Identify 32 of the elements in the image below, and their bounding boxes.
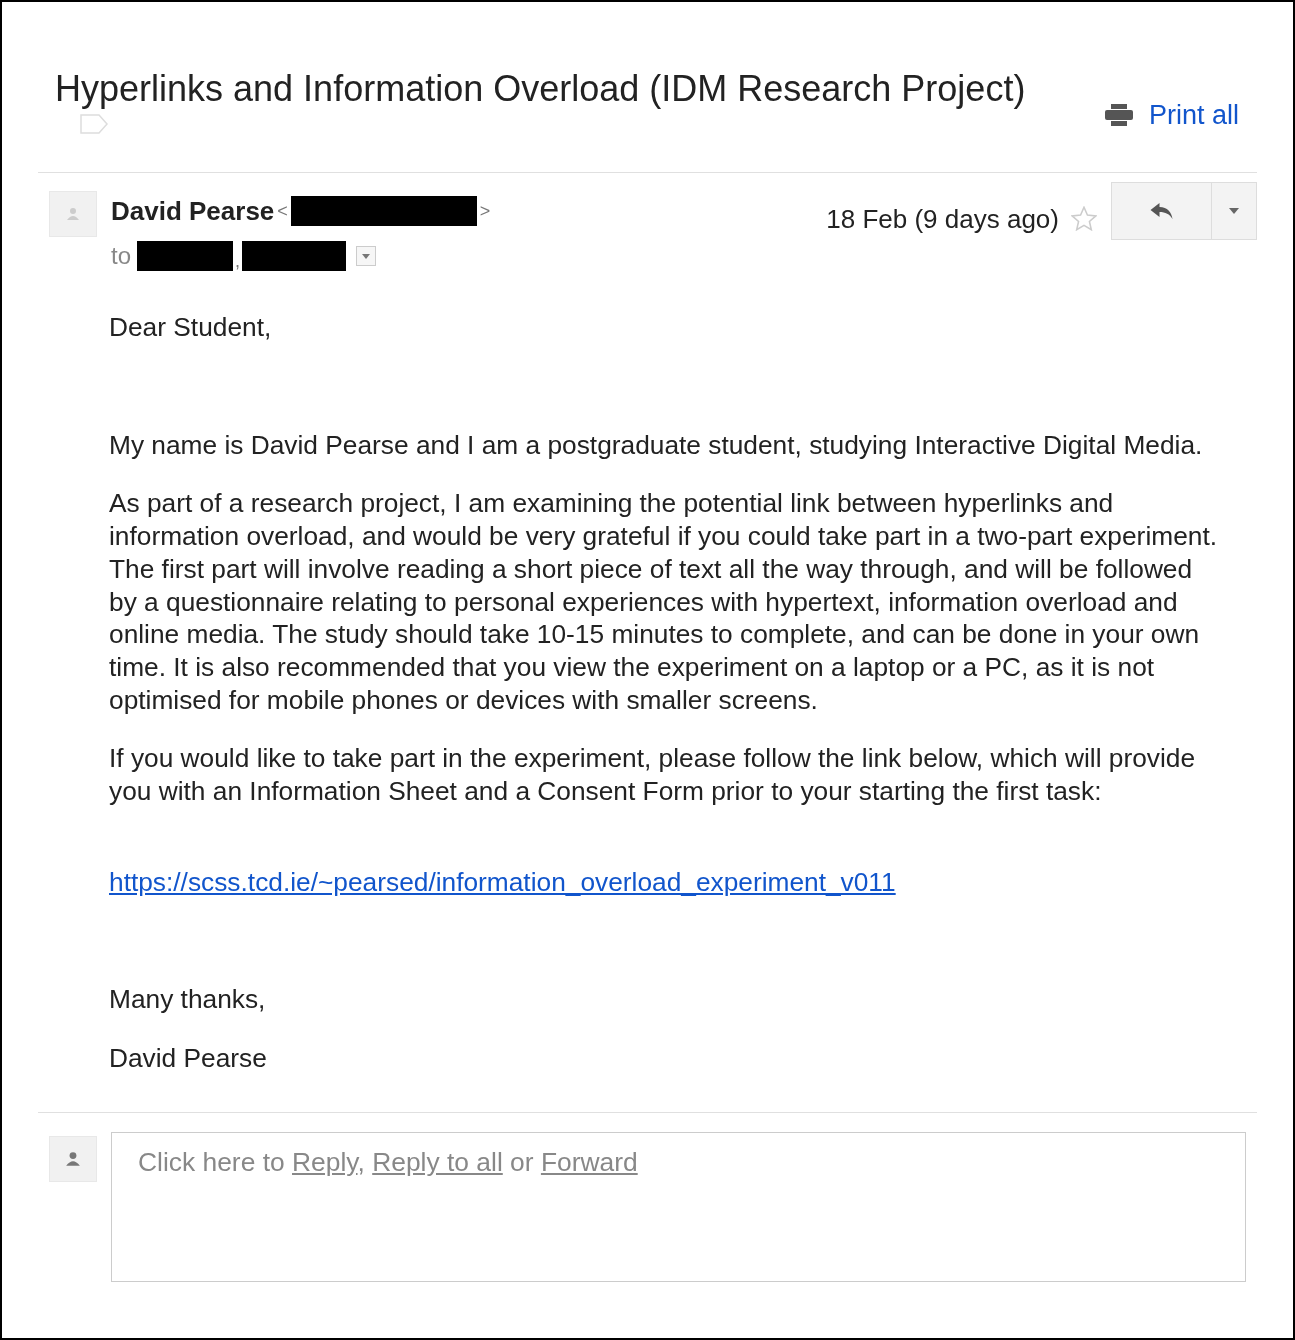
body-paragraph: David Pearse bbox=[109, 1042, 268, 1075]
body-paragraph: Dear Student, bbox=[109, 311, 273, 344]
email-subject: Hyperlinks and Information Overload (IDM Research Project) bbox=[55, 68, 1026, 110]
experiment-link[interactable]: https://scss.tcd.ie/~pearsed/information_overload_experiment_v011 bbox=[109, 866, 896, 897]
more-options-button[interactable] bbox=[1212, 182, 1257, 240]
details-dropdown-button[interactable] bbox=[356, 246, 377, 266]
bracket-text: > bbox=[479, 200, 491, 222]
reply-box[interactable]: Click here to Reply, Reply to all or Forward bbox=[111, 1131, 1246, 1282]
caret-icon bbox=[1229, 208, 1239, 214]
comma-text: , bbox=[235, 251, 241, 272]
reply-option-link[interactable]: Reply to all bbox=[372, 1146, 503, 1177]
body-paragraph: My name is David Pearse and I am a postgraduate student, studying Interactive Digital Media. bbox=[109, 428, 1204, 462]
reply-arrow-icon bbox=[1150, 203, 1173, 219]
print-all-link[interactable]: Print all bbox=[1148, 99, 1239, 131]
date-text: 18 Feb (9 days ago) bbox=[826, 204, 1059, 235]
prompt-text: or bbox=[509, 1146, 535, 1177]
prompt-text: Click here to bbox=[138, 1146, 286, 1177]
avatar-placeholder bbox=[49, 1135, 97, 1182]
body-paragraph: Many thanks, bbox=[109, 983, 267, 1017]
avatar-placeholder bbox=[49, 191, 97, 237]
body-paragraph: If you would like to take part in the experiment, please follow the link below, which will provide you with an Information Sheet and a Consent Form prior to your starting the first task: bbox=[109, 742, 1197, 808]
body-paragraph: As part of a research project, I am examining the potential link between hyperlinks and information overload, and would be very grateful if you could take part in a two-part experiment. The first part will involve reading a short piece of text all the way through, and will be followed by a questionnaire relating to personal experiences with hypertext, information overload and online media. The study should take 10-15 minutes to complete, and can be done in your own time. It is also recommended that you view the experiment on a laptop or a PC, as it is not optimised for mobile phones or devices with smaller screens. bbox=[109, 487, 1218, 717]
bracket-text: < bbox=[277, 200, 288, 222]
reply-option-link[interactable]: Forward bbox=[540, 1146, 638, 1177]
printer-icon[interactable] bbox=[1104, 104, 1133, 126]
reply-option-link[interactable]: Reply bbox=[292, 1146, 358, 1177]
label-tag-icon[interactable] bbox=[80, 114, 108, 134]
star-icon[interactable] bbox=[1071, 206, 1097, 231]
sender-name: David Pearse bbox=[111, 195, 275, 227]
to-label: to bbox=[111, 242, 131, 270]
caret-icon bbox=[362, 253, 371, 259]
reply-button[interactable] bbox=[1111, 182, 1212, 240]
